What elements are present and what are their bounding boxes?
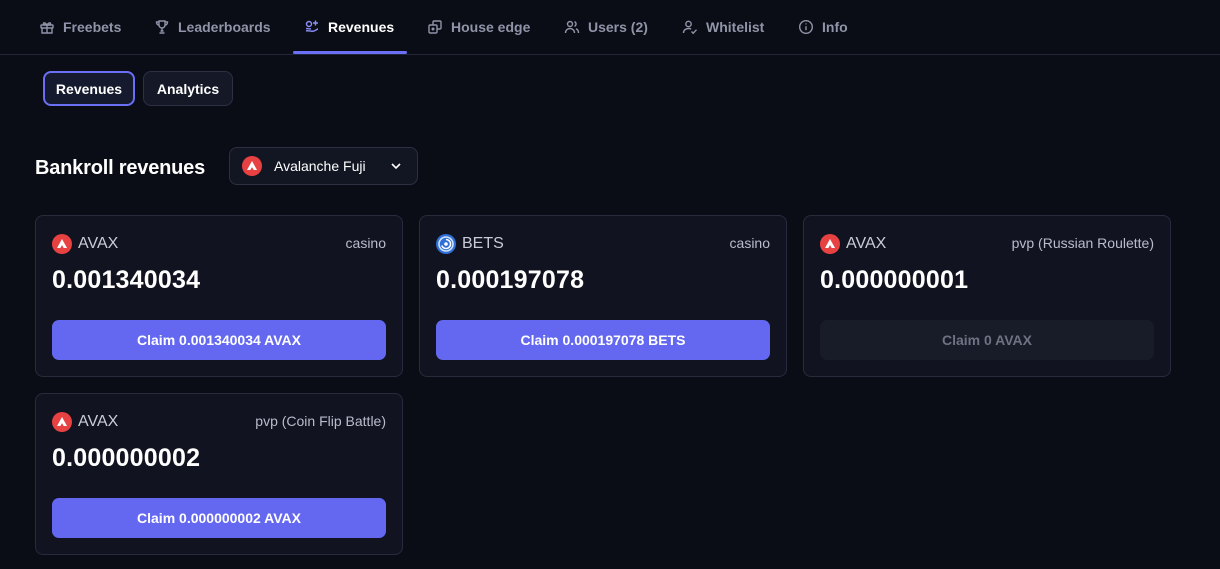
token-label: AVAX xyxy=(52,412,118,432)
token-label: BETS xyxy=(436,234,504,254)
nav-tab-freebets[interactable]: Freebets xyxy=(39,0,121,54)
revenue-amount: 0.001340034 xyxy=(52,266,201,294)
nav-tab-label: Leaderboards xyxy=(178,19,271,35)
token-label: AVAX xyxy=(820,234,886,254)
token-symbol: AVAX xyxy=(78,413,119,430)
bets-icon xyxy=(436,234,456,254)
token-symbol: BETS xyxy=(462,235,504,252)
users-icon xyxy=(564,20,580,34)
token-symbol: AVAX xyxy=(846,235,887,252)
info-icon xyxy=(798,19,814,35)
gift-icon xyxy=(40,22,54,34)
section-title: Bankroll revenues xyxy=(35,157,206,179)
nav-tab-whitelist[interactable]: Whitelist xyxy=(682,0,764,54)
avalanche-icon xyxy=(242,156,262,176)
nav-tab-label: Users (2) xyxy=(588,19,648,35)
revenue-card: BETS casino 0.000197078 Claim 0.00019707… xyxy=(419,215,787,377)
claim-button-disabled[interactable]: Claim 0 AVAX xyxy=(820,320,1154,360)
avalanche-icon xyxy=(52,412,72,432)
subtab-revenues[interactable]: Revenues xyxy=(43,71,135,106)
avalanche-icon xyxy=(820,234,840,254)
nav-tab-label: Whitelist xyxy=(706,19,765,35)
top-navigation: Freebets Leaderboards Revenues House edg… xyxy=(0,0,1220,55)
nav-tab-label: Info xyxy=(822,19,848,35)
avalanche-icon xyxy=(52,234,72,254)
revenue-source: casino xyxy=(345,235,386,251)
nav-tab-revenues[interactable]: Revenues xyxy=(304,0,394,54)
nav-tab-info[interactable]: Info xyxy=(798,0,848,54)
nav-tab-label: Revenues xyxy=(328,19,395,35)
user-check-icon xyxy=(682,20,698,35)
nav-tab-users[interactable]: Users (2) xyxy=(564,0,648,54)
revenue-source: pvp (Russian Roulette) xyxy=(1011,235,1154,251)
nav-tab-leaderboards[interactable]: Leaderboards xyxy=(154,0,271,54)
token-label: AVAX xyxy=(52,234,118,254)
revenue-card: AVAX casino 0.001340034 Claim 0.00134003… xyxy=(35,215,403,377)
house-edge-icon xyxy=(428,20,442,34)
revenue-source: pvp (Coin Flip Battle) xyxy=(255,413,386,429)
network-select-label: Avalanche Fuji xyxy=(274,158,366,174)
chevron-down-icon xyxy=(391,163,401,170)
nav-tab-label: Freebets xyxy=(63,19,122,35)
subtab-analytics[interactable]: Analytics xyxy=(143,71,233,106)
revenue-icon xyxy=(305,20,319,32)
revenue-amount: 0.000000001 xyxy=(820,266,969,294)
revenue-card: AVAX pvp (Russian Roulette) 0.000000001 … xyxy=(803,215,1171,377)
revenue-source: casino xyxy=(729,235,770,251)
claim-button[interactable]: Claim 0.000197078 BETS xyxy=(436,320,770,360)
nav-tab-house-edge[interactable]: House edge xyxy=(427,0,530,54)
claim-button[interactable]: Claim 0.000000002 AVAX xyxy=(52,498,386,538)
token-symbol: AVAX xyxy=(78,235,119,252)
nav-tab-label: House edge xyxy=(451,19,531,35)
revenue-amount: 0.000000002 xyxy=(52,444,201,472)
revenue-amount: 0.000197078 xyxy=(436,266,585,294)
trophy-icon xyxy=(155,20,169,34)
active-tab-indicator xyxy=(293,51,407,54)
network-select[interactable]: Avalanche Fuji xyxy=(229,147,418,185)
claim-button[interactable]: Claim 0.001340034 AVAX xyxy=(52,320,386,360)
revenue-card: AVAX pvp (Coin Flip Battle) 0.000000002 … xyxy=(35,393,403,555)
